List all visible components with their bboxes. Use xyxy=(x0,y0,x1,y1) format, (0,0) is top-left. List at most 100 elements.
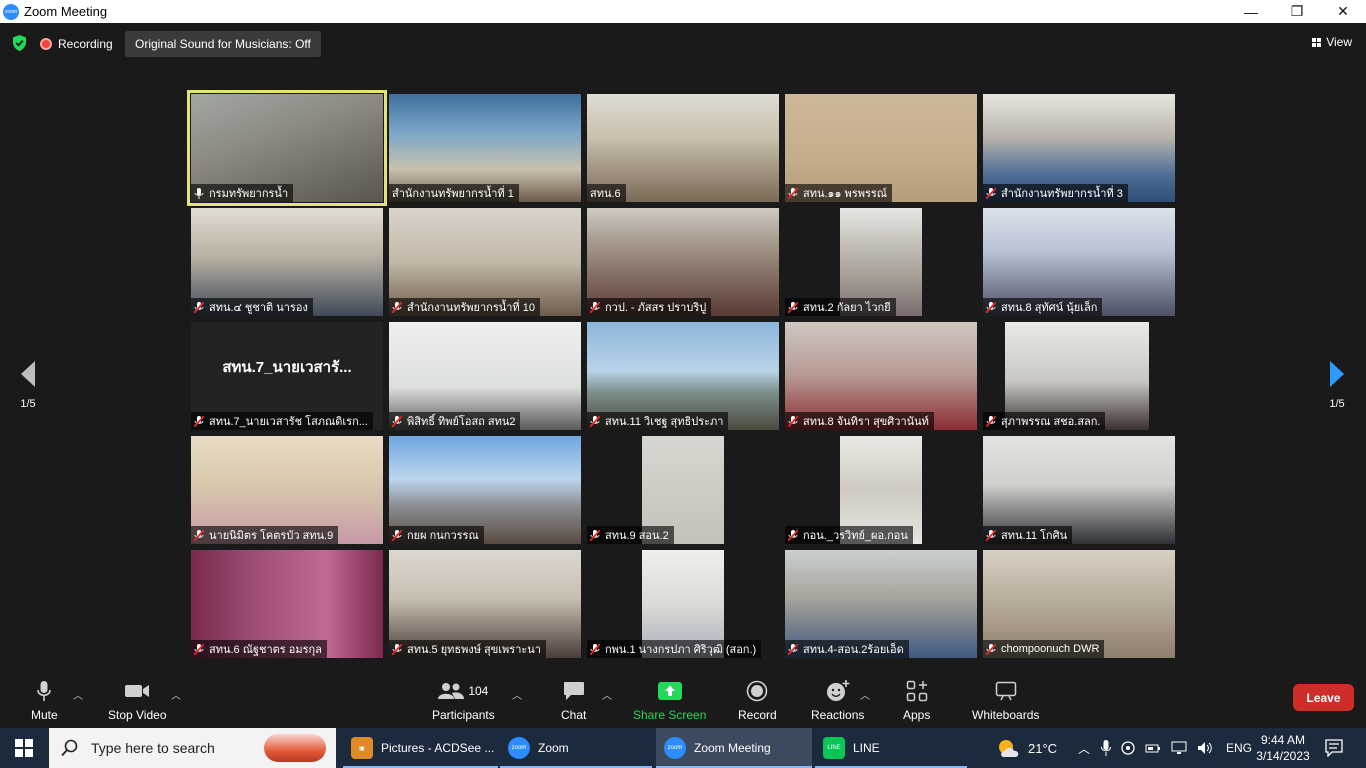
mic-muted-icon xyxy=(194,643,204,655)
chat-options-caret-icon[interactable]: ︿ xyxy=(602,687,612,702)
notification-icon[interactable] xyxy=(1325,739,1343,757)
leave-button[interactable]: Leave xyxy=(1293,684,1354,711)
taskbar-app-zoom-meeting[interactable]: zoom Zoom Meeting xyxy=(656,728,812,768)
participant-tile[interactable]: chompoonuch DWR xyxy=(983,550,1175,658)
participant-tile[interactable]: สทน.2 กัลยา ไวกยี xyxy=(785,208,977,316)
participant-tile[interactable]: สทน.7_นายเวสารั... สทน.7_นายเวสารัช โสภณ… xyxy=(191,322,383,430)
participant-name: กอน._วรวิทย์_ผอ.กอน xyxy=(785,526,913,544)
recording-label: Recording xyxy=(58,37,113,51)
participant-name: นายนิมิตร โคตรบัว สทน.9 xyxy=(191,526,339,544)
mic-muted-icon xyxy=(590,643,600,655)
record-button[interactable]: Record xyxy=(738,679,777,722)
apps-icon xyxy=(906,679,928,703)
mic-muted-icon xyxy=(788,415,798,427)
battery-icon[interactable] xyxy=(1145,742,1161,754)
taskbar-app-zoom[interactable]: zoom Zoom xyxy=(500,728,652,768)
taskbar-search[interactable]: Type here to search xyxy=(49,728,336,768)
apps-button[interactable]: Apps xyxy=(903,679,930,722)
participant-tile[interactable]: สทน.11 โกศิน xyxy=(983,436,1175,544)
line-icon: LINE xyxy=(823,737,845,759)
shield-icon[interactable] xyxy=(11,34,28,52)
chat-bubble-icon xyxy=(563,679,585,703)
mute-button[interactable]: Mute xyxy=(31,679,58,722)
participant-tile[interactable]: กอน._วรวิทย์_ผอ.กอน xyxy=(785,436,977,544)
mic-muted-icon xyxy=(590,415,600,427)
participant-tile[interactable]: กรมทรัพยากรน้ำ xyxy=(187,90,387,206)
page-nav-left[interactable]: 1/5 xyxy=(13,360,43,410)
participants-options-caret-icon[interactable]: ︿ xyxy=(512,687,522,702)
participants-button[interactable]: 104 Participants xyxy=(432,679,495,722)
search-icon xyxy=(61,739,78,757)
video-off-name: สทน.7_นายเวสารั... xyxy=(222,359,352,376)
participant-tile[interactable]: สำนักงานทรัพยากรน้ำที่ 1 xyxy=(389,94,581,202)
taskbar-app-acdsee[interactable]: ▣ Pictures - ACDSee ... xyxy=(343,728,498,768)
participant-tile[interactable]: สำนักงานทรัพยากรน้ำที่ 3 xyxy=(983,94,1175,202)
participant-tile[interactable]: สทน.๔ ชูชาติ นารอง xyxy=(191,208,383,316)
chat-button[interactable]: Chat xyxy=(561,679,586,722)
taskbar-app-line[interactable]: LINE LINE xyxy=(815,728,967,768)
taskbar-clock[interactable]: 9:44 AM 3/14/2023 xyxy=(1248,732,1318,764)
mic-muted-icon xyxy=(194,415,204,427)
whiteboards-button[interactable]: Whiteboards xyxy=(972,679,1039,722)
minimize-button[interactable]: — xyxy=(1228,0,1274,23)
weather-widget[interactable]: 21°C xyxy=(996,728,1057,768)
participants-icon xyxy=(438,683,465,699)
participant-tile[interactable]: สทน.11 วิเชฐ สุทธิประภา xyxy=(587,322,779,430)
participant-tile[interactable]: สทน.9 สอน.2 xyxy=(587,436,779,544)
system-tray: ︿ ENG xyxy=(1072,728,1252,768)
video-grid: กรมทรัพยากรน้ำ สำนักงานทรัพยากรน้ำที่ 1 … xyxy=(187,90,1177,658)
participant-tile[interactable]: กพน.1 นางกรปภา ศิริวุฒิ (สอก.) xyxy=(587,550,779,658)
participant-tile[interactable]: สุภาพรรณ สชอ.สลก. xyxy=(983,322,1175,430)
mute-options-caret-icon[interactable]: ︿ xyxy=(73,687,83,702)
window-controls: — ❐ ✕ xyxy=(1228,0,1366,23)
microphone-icon xyxy=(36,679,52,703)
mic-muted-icon xyxy=(590,301,600,313)
mic-muted-icon xyxy=(986,301,996,313)
participant-tile[interactable]: พิสิทธิ์ ทิพย์โอสถ สทน2 xyxy=(389,322,581,430)
whiteboard-icon xyxy=(995,679,1017,703)
mic-muted-icon xyxy=(986,415,996,427)
zoom-icon: zoom xyxy=(508,737,530,759)
window-titlebar: zoom Zoom Meeting — ❐ ✕ xyxy=(0,0,1366,23)
participant-tile[interactable]: นายนิมิตร โคตรบัว สทน.9 xyxy=(191,436,383,544)
camera-tray-icon[interactable] xyxy=(1121,741,1135,755)
maximize-button[interactable]: ❐ xyxy=(1274,0,1320,23)
participant-tile[interactable]: สทน.6 xyxy=(587,94,779,202)
participant-name: กรมทรัพยากรน้ำ xyxy=(191,184,294,202)
participant-name: สทน.6 xyxy=(587,184,626,202)
participant-tile[interactable]: สทน.6 ณัฐชาตร อมรกุล xyxy=(191,550,383,658)
participant-tile[interactable]: กยผ กนกวรรณ xyxy=(389,436,581,544)
participant-tile[interactable]: สทน.8 จันทิรา สุขศิวานันท์ xyxy=(785,322,977,430)
participant-tile[interactable]: สทน.4-สอน.2ร้อยเอ็ด xyxy=(785,550,977,658)
reactions-options-caret-icon[interactable]: ︿ xyxy=(860,687,870,702)
microphone-tray-icon[interactable] xyxy=(1101,740,1112,756)
mic-muted-icon xyxy=(986,529,996,541)
close-button[interactable]: ✕ xyxy=(1320,0,1366,23)
participant-tile[interactable]: สทน.8 สุทัศน์ นุ้ยเล็ก xyxy=(983,208,1175,316)
mic-muted-icon xyxy=(392,301,402,313)
participant-tile[interactable]: สทน.5 ยุทธพงษ์ สุขเพราะนา xyxy=(389,550,581,658)
view-button[interactable]: View xyxy=(1312,35,1352,49)
participant-name: สทน.8 สุทัศน์ นุ้ยเล็ก xyxy=(983,298,1103,316)
start-button[interactable] xyxy=(0,728,48,768)
mic-muted-icon xyxy=(986,643,996,655)
participant-name: สำนักงานทรัพยากรน้ำที่ 3 xyxy=(983,184,1128,202)
network-icon[interactable] xyxy=(1171,741,1187,755)
share-screen-button[interactable]: Share Screen xyxy=(633,679,706,722)
volume-icon[interactable] xyxy=(1197,741,1213,755)
participant-tile[interactable]: สำนักงานทรัพยากรน้ำที่ 10 xyxy=(389,208,581,316)
participant-tile[interactable]: สทน.๑๑ พรพรรณ์ xyxy=(785,94,977,202)
reactions-button[interactable]: Reactions xyxy=(811,679,864,722)
weather-temperature: 21°C xyxy=(1028,740,1058,756)
mic-muted-icon xyxy=(788,301,798,313)
page-nav-right[interactable]: 1/5 xyxy=(1322,360,1352,410)
original-sound-toggle[interactable]: Original Sound for Musicians: Off xyxy=(125,31,321,57)
participant-tile[interactable]: กวป. - ภัสสร ปราบริปู xyxy=(587,208,779,316)
recording-indicator[interactable]: Recording xyxy=(40,31,113,57)
show-hidden-icons-icon[interactable]: ︿ xyxy=(1078,740,1090,757)
participant-name: สทน.11 โกศิน xyxy=(983,526,1073,544)
clock-time: 9:44 AM xyxy=(1260,733,1306,747)
acdsee-icon: ▣ xyxy=(351,737,373,759)
video-options-caret-icon[interactable]: ︿ xyxy=(171,687,181,702)
stop-video-button[interactable]: Stop Video xyxy=(108,679,167,722)
